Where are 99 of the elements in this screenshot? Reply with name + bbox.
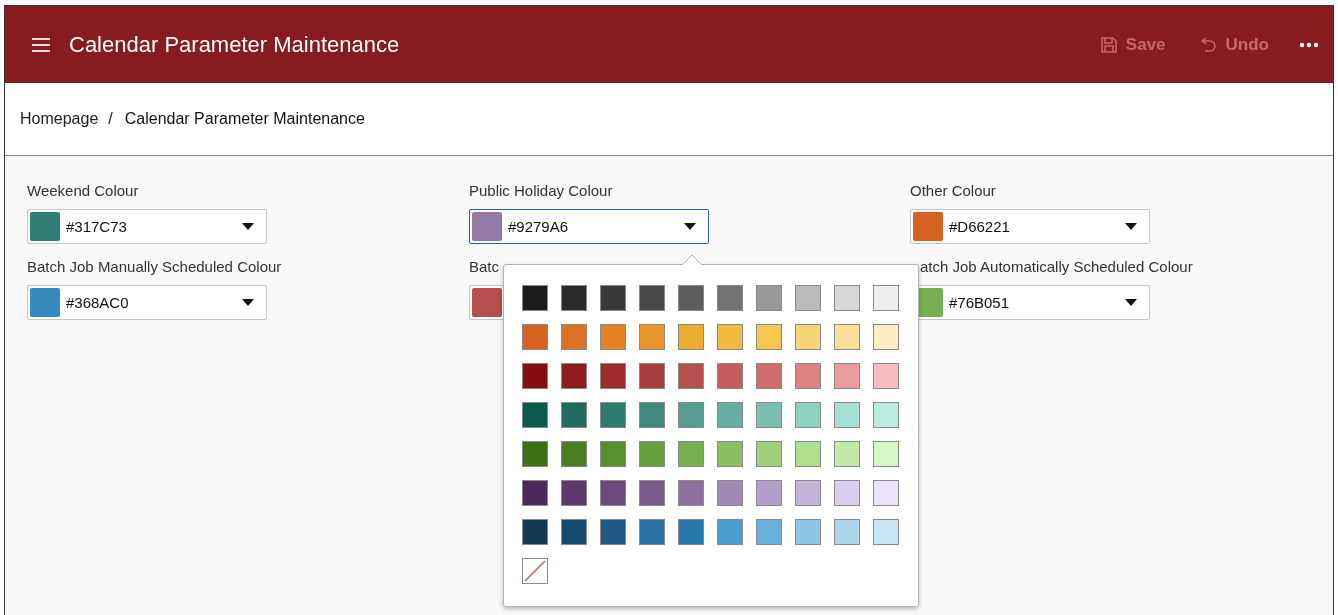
palette-swatch[interactable] (834, 324, 860, 350)
palette-swatch[interactable] (678, 324, 704, 350)
palette-swatch[interactable] (795, 285, 821, 311)
palette-swatch[interactable] (717, 441, 743, 467)
palette-swatch[interactable] (678, 441, 704, 467)
palette-swatch[interactable] (756, 480, 782, 506)
palette-swatch[interactable] (834, 519, 860, 545)
palette-swatch[interactable] (639, 441, 665, 467)
palette-swatch[interactable] (795, 519, 821, 545)
palette-swatch[interactable] (756, 285, 782, 311)
palette-swatch[interactable] (522, 519, 548, 545)
caret-icon (242, 299, 254, 306)
current-page-label: Calendar Parameter Maintenance (124, 110, 365, 128)
palette-swatch[interactable] (678, 480, 704, 506)
undo-icon (1199, 35, 1218, 54)
caret-icon (242, 223, 254, 230)
palette-swatch[interactable] (522, 285, 548, 311)
more-icon[interactable] (1299, 41, 1319, 48)
palette-swatch[interactable] (600, 441, 626, 467)
palette-swatch[interactable] (600, 324, 626, 350)
caret-icon (684, 223, 696, 230)
color-dropdown[interactable]: #9279A6 (469, 209, 709, 244)
palette-swatch[interactable] (600, 285, 626, 311)
palette-swatch[interactable] (600, 519, 626, 545)
palette-swatch[interactable] (717, 519, 743, 545)
field-label: Weekend Colour (27, 182, 139, 199)
palette-swatch[interactable] (756, 441, 782, 467)
palette-swatch[interactable] (834, 480, 860, 506)
caret-icon (1125, 299, 1137, 306)
palette-swatch[interactable] (522, 402, 548, 428)
palette-swatch[interactable] (522, 363, 548, 389)
field-label: Batc (469, 258, 499, 275)
no-colour-swatch[interactable] (522, 558, 548, 584)
palette-swatch[interactable] (873, 441, 899, 467)
palette-swatch[interactable] (756, 519, 782, 545)
color-dropdown[interactable]: #368AC0 (27, 285, 267, 320)
palette-swatch[interactable] (600, 402, 626, 428)
palette-swatch[interactable] (561, 324, 587, 350)
field-label: Batch Job Manually Scheduled Colour (27, 258, 282, 275)
color-dropdown[interactable]: #D66221 (910, 209, 1150, 244)
color-value: #D66221 (949, 218, 1011, 235)
palette-swatch[interactable] (600, 363, 626, 389)
breadcrumb-separator: / (108, 110, 113, 128)
palette-swatch[interactable] (834, 441, 860, 467)
palette-swatch[interactable] (717, 324, 743, 350)
palette-swatch[interactable] (795, 480, 821, 506)
palette-swatch[interactable] (873, 402, 899, 428)
palette-swatch[interactable] (678, 285, 704, 311)
breadcrumb-link[interactable]: Homepage (20, 110, 99, 128)
color-value: #317C73 (66, 218, 128, 235)
palette-swatch[interactable] (756, 402, 782, 428)
palette-swatch[interactable] (678, 363, 704, 389)
palette-swatch[interactable] (795, 441, 821, 467)
palette-swatch[interactable] (639, 363, 665, 389)
palette-swatch[interactable] (561, 441, 587, 467)
palette-swatch[interactable] (639, 519, 665, 545)
field-label: atch Job Automatically Scheduled Colour (920, 258, 1193, 275)
palette-swatch[interactable] (756, 324, 782, 350)
caret-icon (1125, 223, 1137, 230)
palette-swatch[interactable] (834, 285, 860, 311)
palette-swatch[interactable] (717, 363, 743, 389)
save-icon (1099, 35, 1118, 54)
palette-swatch[interactable] (678, 519, 704, 545)
color-value: #368AC0 (66, 294, 130, 311)
palette-swatch[interactable] (561, 402, 587, 428)
page-title: Calendar Parameter Maintenance (69, 31, 400, 58)
palette-swatch[interactable] (873, 480, 899, 506)
palette-swatch[interactable] (717, 402, 743, 428)
color-value: #9279A6 (508, 218, 570, 235)
palette-swatch[interactable] (639, 324, 665, 350)
palette-swatch[interactable] (678, 402, 704, 428)
palette-swatch[interactable] (522, 324, 548, 350)
palette-swatch[interactable] (795, 363, 821, 389)
palette-swatch[interactable] (873, 324, 899, 350)
palette-swatch[interactable] (873, 519, 899, 545)
palette-swatch[interactable] (795, 324, 821, 350)
palette-swatch[interactable] (639, 480, 665, 506)
palette-swatch[interactable] (639, 285, 665, 311)
field-label: Other Colour (910, 182, 996, 199)
palette-swatch[interactable] (522, 441, 548, 467)
palette-swatch[interactable] (717, 480, 743, 506)
palette-swatch[interactable] (795, 402, 821, 428)
palette-swatch[interactable] (873, 363, 899, 389)
palette-swatch[interactable] (561, 480, 587, 506)
palette-swatch[interactable] (522, 480, 548, 506)
palette-swatch[interactable] (600, 480, 626, 506)
palette-swatch[interactable] (834, 402, 860, 428)
palette-swatch[interactable] (834, 363, 860, 389)
palette-swatch[interactable] (756, 363, 782, 389)
color-value: #76B051 (949, 294, 1011, 311)
palette-swatch[interactable] (561, 363, 587, 389)
palette-swatch[interactable] (561, 285, 587, 311)
color-dropdown[interactable]: #317C73 (27, 209, 267, 244)
palette-swatch[interactable] (873, 285, 899, 311)
menu-icon[interactable] (31, 36, 51, 53)
palette-swatch[interactable] (639, 402, 665, 428)
palette-swatch[interactable] (561, 519, 587, 545)
palette-swatch[interactable] (717, 285, 743, 311)
field-label: Public Holiday Colour (469, 182, 613, 199)
